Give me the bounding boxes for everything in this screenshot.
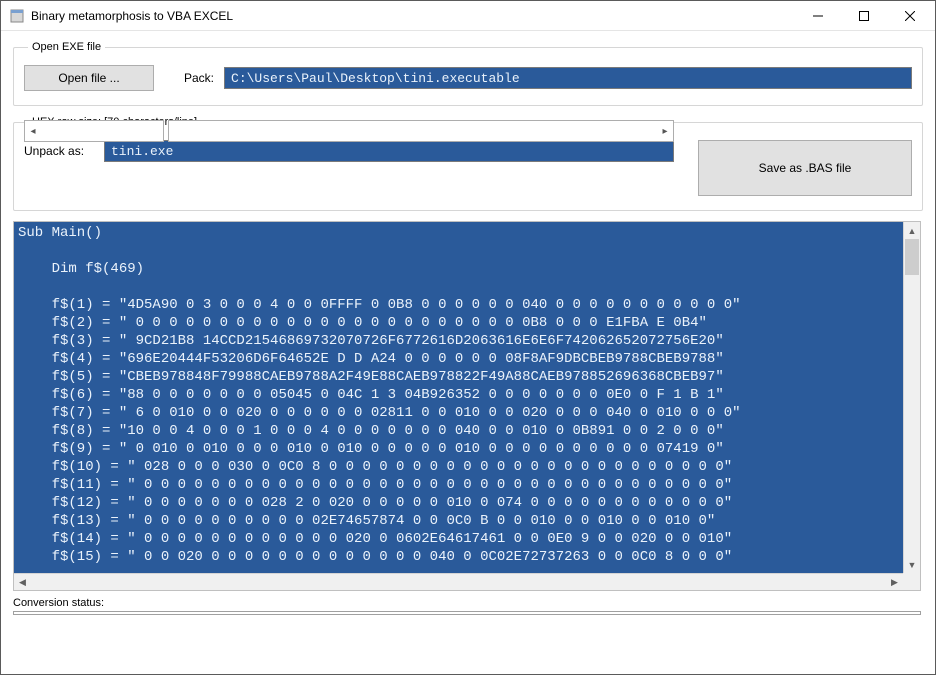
pack-path-field[interactable]: C:\Users\Paul\Desktop\tini.executable: [224, 67, 912, 89]
unpack-as-field[interactable]: tini.exe: [104, 140, 674, 162]
scroll-up-icon[interactable]: ▲: [904, 222, 920, 239]
scroll-corner: [903, 573, 920, 590]
code-textarea[interactable]: Sub Main() Dim f$(469) f$(1) = "4D5A90 0…: [14, 222, 906, 574]
unpack-as-label: Unpack as:: [24, 144, 96, 158]
scroll-left-icon[interactable]: ◀: [14, 574, 31, 590]
code-output-panel: Sub Main() Dim f$(469) f$(1) = "4D5A90 0…: [13, 221, 921, 591]
chevron-right-icon[interactable]: ▸: [657, 121, 673, 141]
app-icon: [9, 8, 25, 24]
scroll-thumb[interactable]: [905, 239, 919, 275]
pack-label: Pack:: [184, 71, 214, 85]
open-exe-legend: Open EXE file: [28, 41, 105, 53]
hex-row-size-group: HEX row size: [70 characters/line] Unpac…: [13, 116, 923, 211]
scroll-down-icon[interactable]: ▼: [904, 556, 920, 573]
scroll-right-icon[interactable]: ▶: [886, 574, 903, 590]
horizontal-scrollbar[interactable]: ◀ ▶: [14, 573, 903, 590]
conversion-status-bar: [13, 611, 921, 615]
titlebar: Binary metamorphosis to VBA EXCEL: [1, 1, 935, 31]
minimize-button[interactable]: [795, 1, 841, 31]
maximize-button[interactable]: [841, 1, 887, 31]
open-exe-group: Open EXE file Open file ... Pack: C:\Use…: [13, 41, 923, 106]
save-bas-button[interactable]: Save as .BAS file: [698, 140, 912, 196]
window-title: Binary metamorphosis to VBA EXCEL: [31, 9, 795, 23]
conversion-status-label: Conversion status:: [13, 597, 104, 609]
chevron-left-icon[interactable]: ◂: [25, 121, 41, 141]
vertical-scrollbar[interactable]: ▲ ▼: [903, 222, 920, 573]
client-area: Open EXE file Open file ... Pack: C:\Use…: [1, 31, 935, 621]
row-size-slider[interactable]: ◂ ▸: [24, 120, 674, 142]
close-button[interactable]: [887, 1, 933, 31]
open-file-button[interactable]: Open file ...: [24, 65, 154, 91]
